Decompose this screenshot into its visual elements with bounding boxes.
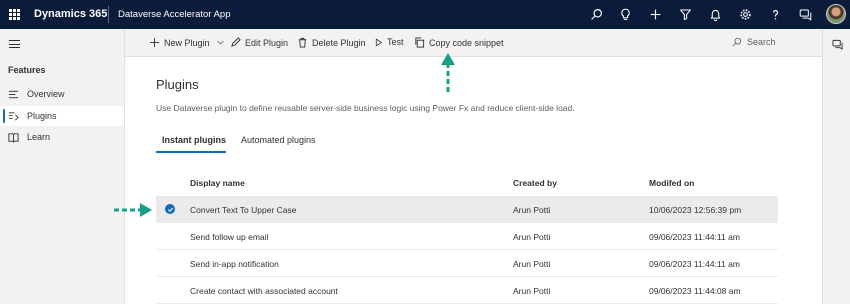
help-icon[interactable] — [767, 6, 784, 23]
copy-code-snippet-button[interactable]: Copy code snippet — [414, 37, 504, 48]
chat-icon[interactable] — [832, 39, 843, 50]
search-icon — [732, 37, 742, 47]
plus-icon — [149, 37, 160, 48]
sidebar-item-label: Plugins — [27, 111, 57, 121]
modified-on-cell: 10/06/2023 12:56:39 pm — [649, 205, 742, 215]
search-input[interactable]: Search — [732, 37, 776, 47]
display-name-cell[interactable]: Send follow up email — [190, 232, 268, 242]
chat-icon[interactable] — [797, 6, 814, 23]
avatar[interactable] — [826, 4, 846, 24]
play-icon — [375, 37, 383, 47]
display-name-cell[interactable]: Convert Text To Upper Case — [190, 205, 296, 215]
created-by-cell: Arun Potti — [513, 205, 551, 215]
test-label: Test — [387, 37, 404, 47]
display-name-cell[interactable]: Create contact with associated account — [190, 286, 338, 296]
pencil-icon — [231, 37, 241, 47]
copy-code-snippet-label: Copy code snippet — [429, 37, 504, 48]
brand-title[interactable]: Dynamics 365 — [34, 8, 107, 20]
annotation-arrow-up-icon — [441, 53, 455, 92]
new-plugin-button[interactable]: New Plugin — [149, 37, 225, 48]
search-placeholder: Search — [747, 37, 776, 47]
page-title: Plugins — [156, 77, 199, 92]
lightbulb-icon[interactable] — [617, 6, 634, 23]
divider — [108, 6, 109, 23]
chevron-down-icon[interactable] — [216, 38, 225, 47]
nav-group-label: Features — [8, 65, 46, 75]
delete-plugin-button[interactable]: Delete Plugin — [297, 37, 366, 48]
copy-icon — [415, 37, 425, 48]
column-header-modified-on[interactable]: Modifed on — [649, 178, 694, 188]
new-plugin-label: New Plugin — [164, 37, 210, 48]
edit-plugin-button[interactable]: Edit Plugin — [230, 37, 288, 48]
right-rail — [822, 29, 850, 304]
delete-plugin-label: Delete Plugin — [312, 37, 366, 48]
filter-icon[interactable] — [677, 6, 694, 23]
table-row[interactable]: Send in-app notification Arun Potti 09/0… — [156, 250, 778, 277]
table-row[interactable]: Send follow up email Arun Potti 09/06/20… — [156, 223, 778, 250]
top-bar: Dynamics 365 Dataverse Accelerator App — [0, 0, 850, 29]
plugins-icon — [8, 110, 20, 122]
sidebar-item-plugins[interactable]: Plugins — [0, 106, 124, 126]
tab-automated-plugins[interactable]: Automated plugins — [241, 135, 316, 145]
modified-on-cell: 09/06/2023 11:44:11 am — [649, 232, 740, 242]
page-description: Use Dataverse plugin to define reusable … — [156, 103, 575, 113]
plus-icon[interactable] — [647, 6, 664, 23]
active-tab-indicator — [156, 151, 226, 153]
created-by-cell: Arun Potti — [513, 232, 551, 242]
app-name[interactable]: Dataverse Accelerator App — [118, 9, 230, 20]
hamburger-menu-icon[interactable] — [9, 40, 20, 48]
table-row[interactable]: Convert Text To Upper Case Arun Potti 10… — [156, 196, 778, 223]
modified-on-cell: 09/06/2023 11:44:08 am — [649, 286, 741, 296]
left-navigation: Features Overview Plugins Learn — [0, 29, 125, 304]
command-bar: New Plugin Edit Plugin Delete Plugin Tes… — [125, 29, 822, 57]
app-launcher-icon[interactable] — [9, 9, 20, 20]
sidebar-item-overview[interactable]: Overview — [0, 84, 124, 104]
modified-on-cell: 09/06/2023 11:44:11 am — [649, 259, 740, 269]
sidebar-item-label: Learn — [27, 132, 51, 142]
test-button[interactable]: Test — [374, 37, 404, 47]
created-by-cell: Arun Potti — [513, 286, 551, 296]
table-row[interactable]: Create contact with associated account A… — [156, 277, 778, 304]
tab-instant-plugins[interactable]: Instant plugins — [162, 135, 226, 145]
annotation-arrow-right-icon — [114, 203, 152, 217]
main-content: Plugins Use Dataverse plugin to define r… — [125, 57, 822, 304]
sidebar-item-learn[interactable]: Learn — [0, 127, 124, 147]
bell-icon[interactable] — [707, 6, 724, 23]
book-icon — [8, 131, 20, 143]
sidebar-item-label: Overview — [27, 89, 65, 99]
display-name-cell[interactable]: Send in-app notification — [190, 259, 279, 269]
overview-icon — [8, 88, 20, 100]
created-by-cell: Arun Potti — [513, 259, 551, 269]
gear-icon[interactable] — [737, 6, 754, 23]
checkmark-icon[interactable] — [165, 204, 175, 214]
search-icon[interactable] — [588, 6, 605, 23]
edit-plugin-label: Edit Plugin — [245, 37, 289, 48]
column-header-created-by[interactable]: Created by — [513, 178, 557, 188]
column-header-display-name[interactable]: Display name — [190, 178, 245, 188]
trash-icon — [298, 37, 307, 48]
